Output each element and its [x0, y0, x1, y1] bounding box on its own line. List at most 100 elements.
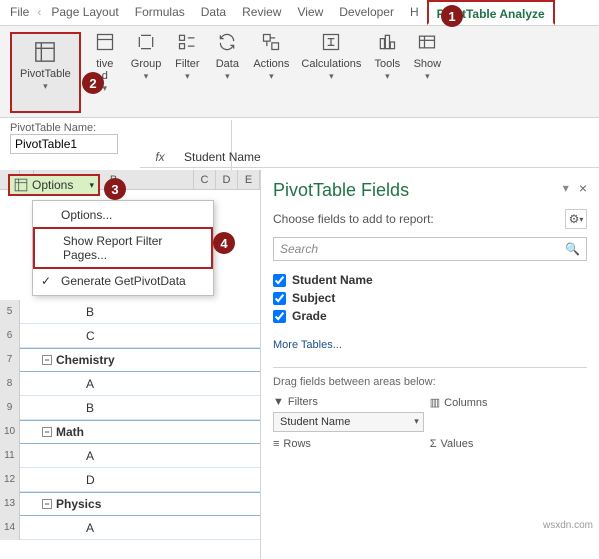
menu-item-show-report-filter-pages[interactable]: Show Report Filter Pages... — [33, 227, 213, 269]
chevron-down-icon: ▾ — [144, 71, 149, 82]
search-placeholder: Search — [280, 242, 318, 256]
filter-icon: ▼ — [273, 396, 284, 408]
table-row[interactable]: 5B — [0, 300, 260, 324]
table-row[interactable]: 9B — [0, 396, 260, 420]
chevron-down-icon: ▾ — [269, 71, 274, 82]
show-icon — [413, 28, 441, 56]
collapse-icon[interactable]: − — [42, 355, 52, 365]
calculations-label: Calculations — [301, 58, 361, 70]
options-icon — [14, 178, 28, 192]
options-dropdown-button[interactable]: Options ▾ — [8, 174, 100, 196]
options-button-label: Options — [32, 178, 73, 192]
chevron-down-icon[interactable]: ▾ — [414, 416, 419, 427]
drag-fields-label: Drag fields between areas below: — [273, 367, 587, 388]
tab-view[interactable]: View — [289, 0, 331, 25]
group-group[interactable]: Group ▾ — [125, 28, 168, 117]
collapse-icon[interactable]: − — [42, 499, 52, 509]
check-icon: ✓ — [41, 274, 51, 288]
filter-label: Filter — [175, 58, 199, 70]
table-row[interactable]: 12D — [0, 468, 260, 492]
step-badge-1: 1 — [441, 5, 463, 27]
menu-item-options[interactable]: Options... — [33, 203, 213, 227]
table-row[interactable]: 14A — [0, 516, 260, 540]
col-header-d[interactable]: D — [216, 170, 238, 189]
tab-developer[interactable]: Developer — [331, 0, 402, 25]
values-area[interactable]: ΣValues — [430, 438, 581, 454]
field-list: Student Name Subject Grade — [273, 269, 587, 327]
tab-file[interactable]: File — [2, 0, 37, 25]
rows-icon: ≡ — [273, 438, 279, 450]
chevron-down-icon: ▾ — [89, 180, 94, 191]
filter-group[interactable]: Filter ▾ — [167, 28, 207, 117]
pivottable-label: PivotTable — [20, 68, 71, 80]
menu-item-label: Generate GetPivotData — [61, 274, 186, 288]
choose-fields-label: Choose fields to add to report: — [273, 212, 434, 226]
step-badge-4: 4 — [213, 232, 235, 254]
tools-icon — [373, 28, 401, 56]
field-checkbox-student-name[interactable]: Student Name — [273, 273, 587, 287]
data-label: Data — [216, 58, 239, 70]
chevron-down-icon: ▾ — [43, 81, 48, 92]
tab-page-layout[interactable]: Page Layout — [43, 0, 126, 25]
tab-data[interactable]: Data — [193, 0, 234, 25]
pane-title: PivotTable Fields — [273, 180, 409, 201]
show-label: Show — [414, 58, 442, 70]
tab-review[interactable]: Review — [234, 0, 289, 25]
columns-area[interactable]: ▥Columns — [430, 396, 581, 432]
ribbon-tabs: File ‹ Page Layout Formulas Data Review … — [0, 0, 599, 26]
show-group[interactable]: Show ▾ — [407, 28, 447, 117]
menu-item-generate-getpivotdata[interactable]: ✓ Generate GetPivotData — [33, 269, 213, 293]
actions-label: Actions — [253, 58, 289, 70]
group-row-physics[interactable]: 13−Physics — [0, 492, 260, 516]
table-row[interactable]: 8A — [0, 372, 260, 396]
tab-help-truncated[interactable]: H — [402, 0, 427, 25]
chevron-down-icon: ▾ — [385, 71, 390, 82]
active-field-icon — [91, 28, 119, 56]
search-input[interactable]: Search 🔍 — [273, 237, 587, 261]
filter-icon — [173, 28, 201, 56]
actions-icon — [257, 28, 285, 56]
formula-bar-value[interactable]: Student Name — [180, 150, 261, 164]
col-header-c[interactable]: C — [194, 170, 216, 189]
field-checkbox-grade[interactable]: Grade — [273, 309, 587, 323]
menu-item-label: Options... — [61, 208, 112, 222]
data-group[interactable]: Data ▾ — [207, 28, 247, 117]
tab-formulas[interactable]: Formulas — [127, 0, 193, 25]
col-header-e[interactable]: E — [238, 170, 260, 189]
pivottable-button[interactable]: PivotTable ▾ — [10, 32, 81, 113]
collapse-icon[interactable]: − — [42, 427, 52, 437]
actions-group[interactable]: Actions ▾ — [247, 28, 295, 117]
field-checkbox-subject[interactable]: Subject — [273, 291, 587, 305]
options-context-menu: Options... Show Report Filter Pages... ✓… — [32, 200, 214, 296]
rows-area[interactable]: ≡Rows — [273, 438, 424, 454]
chevron-down-icon: ▾ — [329, 71, 334, 82]
more-tables-link[interactable]: More Tables... — [273, 335, 587, 359]
menu-item-label: Show Report Filter Pages... — [63, 234, 203, 262]
close-icon[interactable]: × — [579, 180, 587, 196]
calculations-icon — [317, 28, 345, 56]
table-row[interactable]: 6C — [0, 324, 260, 348]
chevron-down-icon: ▾ — [425, 71, 430, 82]
group-row-chemistry[interactable]: 7−Chemistry — [0, 348, 260, 372]
calculations-group[interactable]: Calculations ▾ — [295, 28, 367, 117]
pivottable-name-label: PivotTable Name: — [10, 122, 227, 134]
chevron-down-icon: ▾ — [185, 71, 190, 82]
fx-icon[interactable]: fx — [140, 150, 180, 164]
chevron-down-icon: ▾ — [225, 71, 230, 82]
filter-pill-student-name[interactable]: Student Name▾ — [273, 412, 424, 432]
step-badge-3: 3 — [104, 178, 126, 200]
group-label: Group — [131, 58, 162, 70]
group-row-math[interactable]: 10−Math — [0, 420, 260, 444]
pivottable-fields-pane: PivotTable Fields ▾ × Choose fields to a… — [260, 170, 599, 559]
step-badge-2: 2 — [82, 72, 104, 94]
pivottable-name-input[interactable] — [10, 134, 118, 154]
gear-icon[interactable]: ⚙▾ — [565, 209, 587, 229]
chevron-down-icon[interactable]: ▾ — [563, 181, 569, 195]
tools-label: Tools — [375, 58, 401, 70]
table-row[interactable]: 11A — [0, 444, 260, 468]
pivottable-icon — [31, 38, 59, 66]
refresh-icon — [213, 28, 241, 56]
filters-area[interactable]: ▼Filters Student Name▾ — [273, 396, 424, 432]
columns-icon: ▥ — [430, 396, 440, 409]
tools-group[interactable]: Tools ▾ — [367, 28, 407, 117]
